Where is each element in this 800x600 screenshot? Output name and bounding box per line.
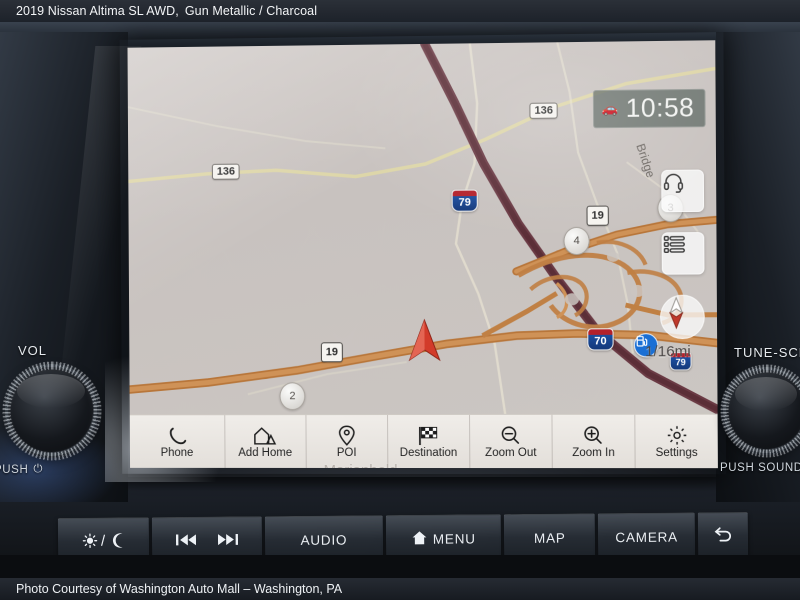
headset-button[interactable] bbox=[661, 169, 705, 213]
toolbar-settings-button[interactable]: Settings bbox=[635, 415, 718, 468]
track-buttons[interactable] bbox=[151, 516, 262, 555]
route-shield-136-west: 136 bbox=[211, 163, 240, 180]
toolbar-zoom-out-button[interactable]: Zoom Out bbox=[469, 414, 553, 469]
svg-text:/: / bbox=[100, 533, 105, 550]
toolbar-phone-label: Phone bbox=[160, 447, 194, 459]
infotainment-screen[interactable]: Bridge 136 136 79 70 79 19 19 2 4 3 bbox=[127, 40, 718, 469]
home-icon bbox=[412, 531, 427, 548]
audio-button[interactable]: AUDIO bbox=[264, 515, 384, 555]
toolbar-add-home-button[interactable]: Add Home bbox=[224, 415, 307, 468]
volume-knob-label: VOL bbox=[18, 343, 48, 358]
vehicle-title: 2019 Nissan Altima SL AWD, bbox=[16, 4, 179, 18]
brightness-button[interactable]: / bbox=[57, 517, 150, 555]
map-pin-icon bbox=[338, 424, 355, 446]
volume-knob-group: VOL PUSH ⏻ bbox=[0, 343, 102, 476]
list-menu-button[interactable] bbox=[661, 232, 705, 275]
menu-button-label: MENU bbox=[432, 531, 476, 547]
car-icon: 🚗 bbox=[601, 100, 619, 116]
map-button[interactable]: MAP bbox=[504, 513, 596, 555]
gear-icon bbox=[665, 424, 687, 446]
map-toolbar: Phone Add Home POI Destination Zoom Out … bbox=[129, 413, 718, 469]
sun-moon-icon: / bbox=[80, 531, 126, 552]
map-scale-label: 1/16mi bbox=[644, 343, 691, 361]
knob-ridges bbox=[2, 361, 102, 461]
audio-button-label: AUDIO bbox=[300, 532, 348, 548]
interstate-shield-70: 70 bbox=[587, 328, 614, 351]
titlebar: 2019 Nissan Altima SL AWD, Gun Metallic /… bbox=[0, 0, 800, 22]
us-route-shield-19-west: 19 bbox=[320, 342, 343, 363]
prev-track-icon[interactable] bbox=[175, 533, 196, 550]
list-icon bbox=[663, 233, 688, 255]
toolbar-settings-label: Settings bbox=[655, 446, 698, 460]
zoom-out-icon bbox=[500, 424, 522, 446]
toolbar-add-home-label: Add Home bbox=[238, 447, 293, 459]
exit-marker-2: 2 bbox=[279, 382, 306, 411]
menu-button[interactable]: MENU bbox=[386, 514, 502, 555]
volume-knob[interactable] bbox=[2, 361, 102, 461]
camera-button[interactable]: CAMERA bbox=[598, 512, 696, 555]
tune-knob-group: TUNE-SCROLL PUSH SOUND bbox=[720, 345, 800, 474]
camera-button-label: CAMERA bbox=[615, 529, 679, 546]
back-arrow-icon bbox=[713, 526, 733, 547]
compass-button[interactable] bbox=[659, 294, 705, 340]
zoom-in-icon bbox=[582, 424, 604, 446]
checkered-flag-icon bbox=[417, 424, 440, 446]
headset-icon bbox=[662, 171, 684, 193]
exit-marker-4: 4 bbox=[563, 226, 590, 256]
hard-button-row: / AUDIO MENU MAP CAMERA bbox=[57, 511, 749, 555]
tune-push-label: PUSH SOUND bbox=[720, 462, 800, 474]
toolbar-zoom-in-label: Zoom In bbox=[572, 446, 615, 460]
infotainment-screen-bezel: Bridge 136 136 79 70 79 19 19 2 4 3 bbox=[120, 32, 726, 474]
home-add-icon bbox=[253, 424, 277, 446]
tune-knob-label: TUNE-SCROLL bbox=[734, 345, 800, 360]
navigation-map[interactable]: Bridge 136 136 79 70 79 19 19 2 4 3 bbox=[127, 40, 718, 415]
vehicle-position-marker bbox=[408, 318, 441, 362]
power-icon: ⏻ bbox=[33, 463, 44, 475]
clock-display: 🚗 10:58 bbox=[592, 88, 706, 129]
phone-icon bbox=[167, 424, 187, 446]
back-button[interactable] bbox=[697, 511, 749, 555]
next-track-icon[interactable] bbox=[217, 532, 238, 549]
toolbar-phone-button[interactable]: Phone bbox=[129, 415, 226, 468]
interstate-shield-79: 79 bbox=[451, 189, 478, 212]
toolbar-zoom-in-button[interactable]: Zoom In bbox=[552, 414, 636, 469]
vehicle-photo: Bridge 136 136 79 70 79 19 19 2 4 3 bbox=[0, 22, 800, 555]
clock-time: 10:58 bbox=[625, 91, 695, 123]
toolbar-poi-button[interactable]: POI bbox=[306, 415, 389, 468]
toolbar-destination-label: Destination bbox=[399, 446, 458, 460]
map-button-label: MAP bbox=[533, 530, 566, 546]
photo-caption: Photo Courtesy of Washington Auto Mall –… bbox=[0, 578, 800, 600]
compass-icon bbox=[661, 296, 692, 330]
knob-ridges bbox=[720, 364, 800, 458]
tune-knob[interactable] bbox=[720, 364, 800, 458]
route-shield-136-north: 136 bbox=[529, 102, 559, 119]
toolbar-destination-button[interactable]: Destination bbox=[387, 414, 471, 469]
vehicle-color: Gun Metallic / Charcoal bbox=[184, 4, 318, 18]
volume-push-label: PUSH ⏻ bbox=[0, 463, 44, 476]
us-route-shield-19-east: 19 bbox=[586, 205, 609, 226]
toolbar-poi-label: POI bbox=[336, 447, 357, 459]
toolbar-zoom-out-label: Zoom Out bbox=[485, 446, 537, 460]
